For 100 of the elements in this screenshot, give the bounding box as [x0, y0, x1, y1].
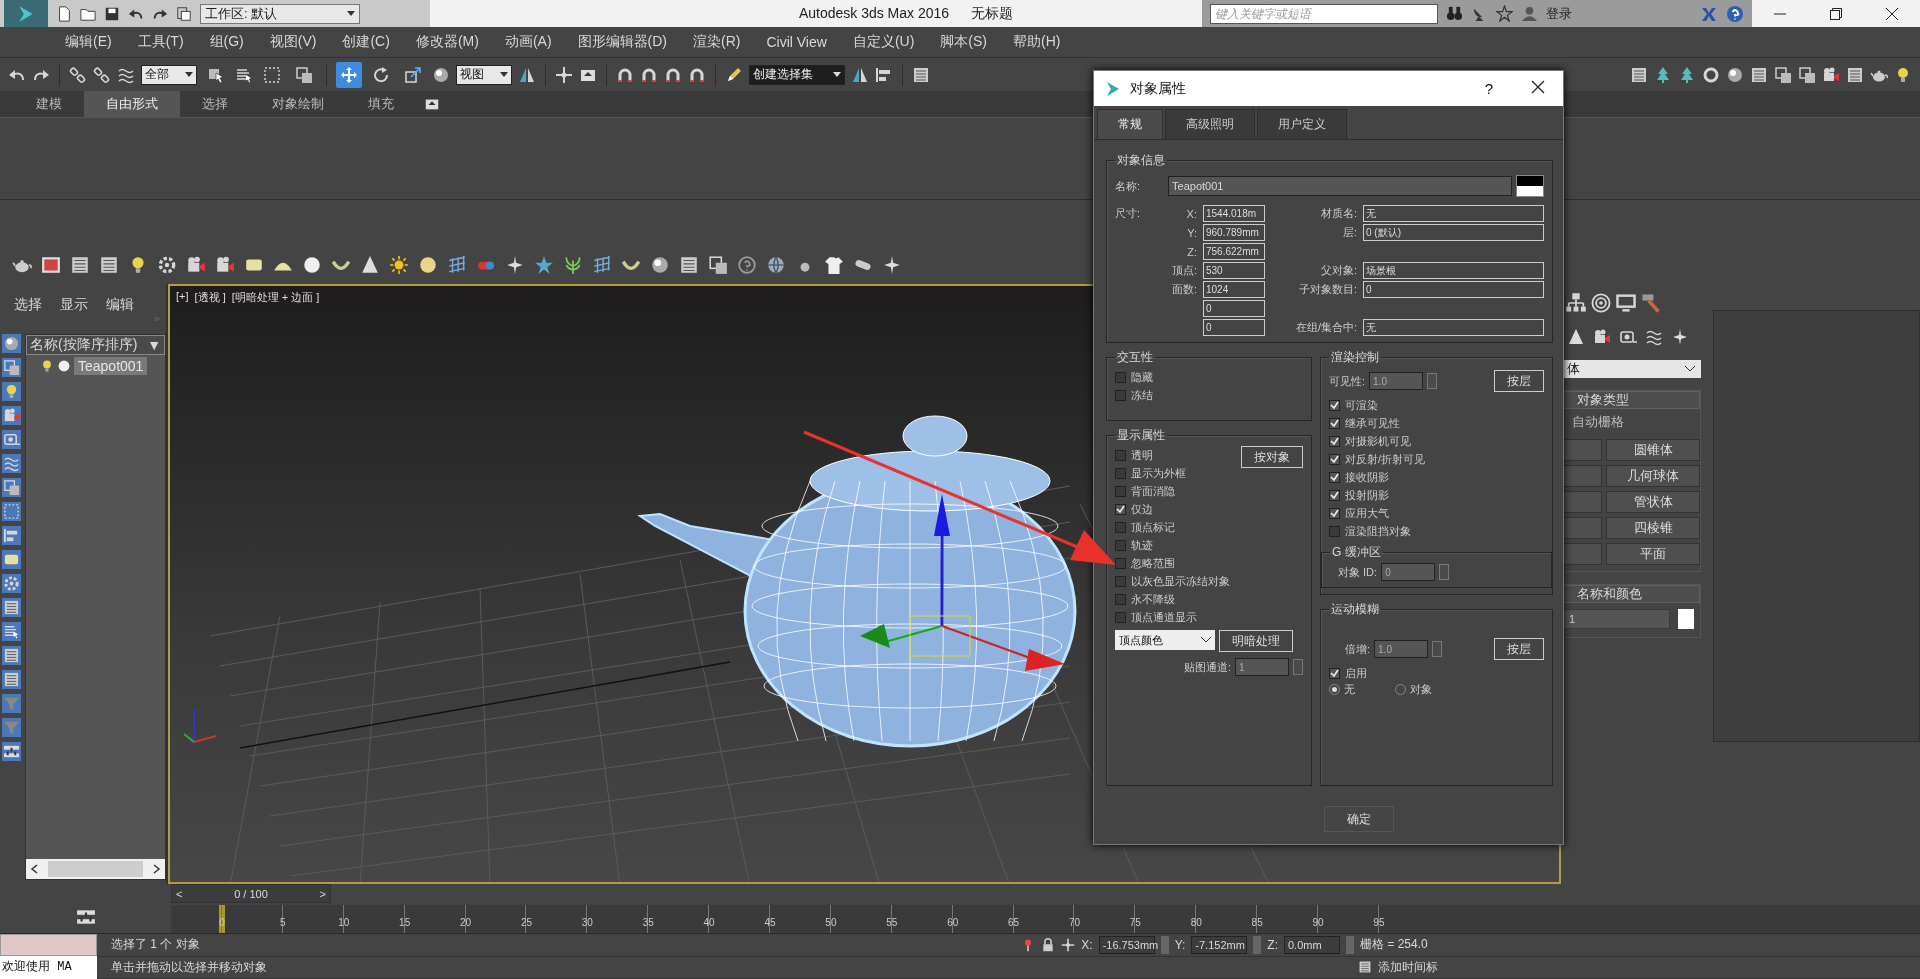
list-icon[interactable] [2, 622, 21, 641]
previous-frame-button[interactable]: < [176, 887, 183, 900]
checkbox[interactable] [1329, 399, 1340, 411]
object-button[interactable] [1562, 491, 1602, 513]
menu-item[interactable]: 编辑(E) [52, 33, 125, 51]
child-count-field[interactable]: 0 [1363, 281, 1544, 298]
panel-icon[interactable] [70, 255, 90, 275]
link-icon[interactable] [69, 65, 87, 84]
panel-icon[interactable] [2, 598, 21, 617]
panel-icon[interactable] [2, 646, 21, 665]
ribbon-tab[interactable]: 选择 [180, 91, 250, 117]
close-icon[interactable] [1531, 80, 1545, 94]
binoculars-icon[interactable] [1446, 5, 1463, 22]
menu-item[interactable]: 组(G) [196, 33, 257, 51]
app-logo-icon[interactable] [4, 0, 48, 27]
group-field[interactable]: 无 [1363, 319, 1544, 336]
wave-icon[interactable] [1645, 328, 1663, 346]
restore-icon[interactable] [1830, 7, 1842, 20]
caret-icon[interactable] [185, 72, 193, 77]
reference-coordinate-dropdown[interactable]: 视图 [456, 64, 512, 85]
caret-icon[interactable] [500, 72, 508, 77]
rounded-box-icon[interactable] [2, 550, 21, 569]
grid-icon[interactable] [447, 255, 467, 275]
help-icon[interactable] [737, 255, 757, 275]
transform-gizmo-drawing[interactable] [860, 494, 1065, 671]
checkbox[interactable] [1115, 593, 1126, 605]
layer-field[interactable]: 0 (默认) [1363, 224, 1544, 241]
camera-icon[interactable] [1822, 65, 1840, 84]
help-icon[interactable] [1726, 4, 1744, 23]
workspace-dropdown[interactable]: 工作区: 默认 [200, 3, 360, 24]
list-icon[interactable] [912, 65, 930, 84]
value-field[interactable]: 0 [1203, 319, 1265, 336]
wave-icon[interactable] [2, 454, 21, 473]
rollout-header[interactable]: 对象类型 [1562, 391, 1700, 409]
sort-arrow[interactable]: ▼ [147, 337, 161, 353]
sphere-icon[interactable] [1726, 65, 1744, 84]
ok-button[interactable]: 确定 [1324, 806, 1394, 832]
caret-icon[interactable] [1685, 366, 1695, 372]
object-button[interactable] [1562, 465, 1602, 487]
help-button[interactable]: ? [1462, 80, 1515, 97]
crosshair-icon[interactable] [555, 65, 573, 84]
camera-icon[interactable] [215, 255, 235, 275]
panel-icon[interactable] [679, 255, 699, 275]
object-button[interactable]: 管状体 [1606, 491, 1700, 513]
explorer-tab[interactable]: 显示 [60, 296, 88, 314]
ring-icon[interactable] [1702, 65, 1720, 84]
panel-icon[interactable] [1750, 65, 1768, 84]
explorer-tab[interactable]: 选择 [14, 296, 42, 314]
scroll-right-icon[interactable] [153, 864, 161, 874]
unlink-icon[interactable] [93, 65, 111, 84]
frame-range-bar[interactable]: < 0 / 100 > [171, 884, 331, 903]
keys-icon[interactable] [2, 742, 21, 761]
ribbon-tab[interactable]: 自由形式 [84, 91, 180, 117]
z-coordinate-field[interactable]: 0.0mm [1284, 935, 1340, 954]
hierarchy-icon[interactable] [1565, 292, 1587, 314]
grid-icon[interactable] [592, 255, 612, 275]
dimension-field[interactable]: 960.789mm [1203, 224, 1265, 241]
rollout-header[interactable]: 名称和颜色 [1562, 585, 1700, 603]
save-icon[interactable] [104, 5, 120, 22]
menu-item[interactable]: 视图(V) [256, 33, 330, 51]
viewport-label[interactable]: [透视 ] [194, 290, 226, 305]
by-object-button[interactable]: 按对象 [1241, 446, 1303, 468]
by-layer-button[interactable]: 按层 [1494, 638, 1544, 660]
checkbox[interactable] [1329, 507, 1340, 519]
viewport-label[interactable]: [+] [176, 290, 189, 305]
checkbox[interactable] [1115, 467, 1126, 479]
camera-icon[interactable] [1593, 328, 1611, 346]
circle-icon[interactable] [302, 255, 322, 275]
y-coordinate-field[interactable]: -7.152mm [1191, 935, 1248, 954]
checkbox[interactable] [1115, 371, 1126, 383]
align-icon[interactable] [2, 526, 21, 545]
picture-icon[interactable] [41, 255, 61, 275]
panel-icon[interactable] [99, 255, 119, 275]
sphere-icon[interactable] [650, 255, 670, 275]
dialog-tab[interactable]: 高级照明 [1165, 109, 1255, 139]
checkbox[interactable] [1329, 489, 1340, 501]
window-selection-icon[interactable] [1774, 65, 1792, 84]
teapot-wireframe-drawing[interactable] [637, 415, 1077, 748]
dialog-tab[interactable]: 常规 [1097, 109, 1163, 139]
menu-item[interactable]: 工具(T) [124, 33, 197, 51]
menu-item[interactable]: 动画(A) [491, 33, 565, 51]
gear-icon[interactable] [157, 255, 177, 275]
vertex-color-dropdown[interactable]: 顶点颜色 [1115, 630, 1215, 650]
next-frame-button[interactable]: > [319, 887, 326, 900]
menu-item[interactable]: 自定义(U) [839, 33, 928, 51]
move-icon[interactable] [336, 61, 362, 88]
caret-icon[interactable] [347, 11, 355, 16]
object-button[interactable]: 圆锥体 [1606, 439, 1700, 461]
object-button[interactable] [1562, 543, 1602, 565]
hammer-icon[interactable] [1640, 292, 1662, 314]
tree-icon[interactable] [1654, 65, 1672, 84]
dialog-tab[interactable]: 用户定义 [1257, 109, 1347, 139]
dimension-field[interactable]: 756.622mm [1203, 243, 1265, 260]
object-button[interactable] [1562, 517, 1602, 539]
menu-item[interactable]: 创建(C) [329, 33, 403, 51]
close-icon[interactable] [1886, 7, 1898, 20]
tape-icon[interactable] [1619, 328, 1637, 346]
explorer-tab[interactable]: 编辑 [106, 296, 134, 314]
checkbox[interactable] [1329, 453, 1340, 465]
faces-field[interactable]: 1024 [1203, 281, 1265, 298]
